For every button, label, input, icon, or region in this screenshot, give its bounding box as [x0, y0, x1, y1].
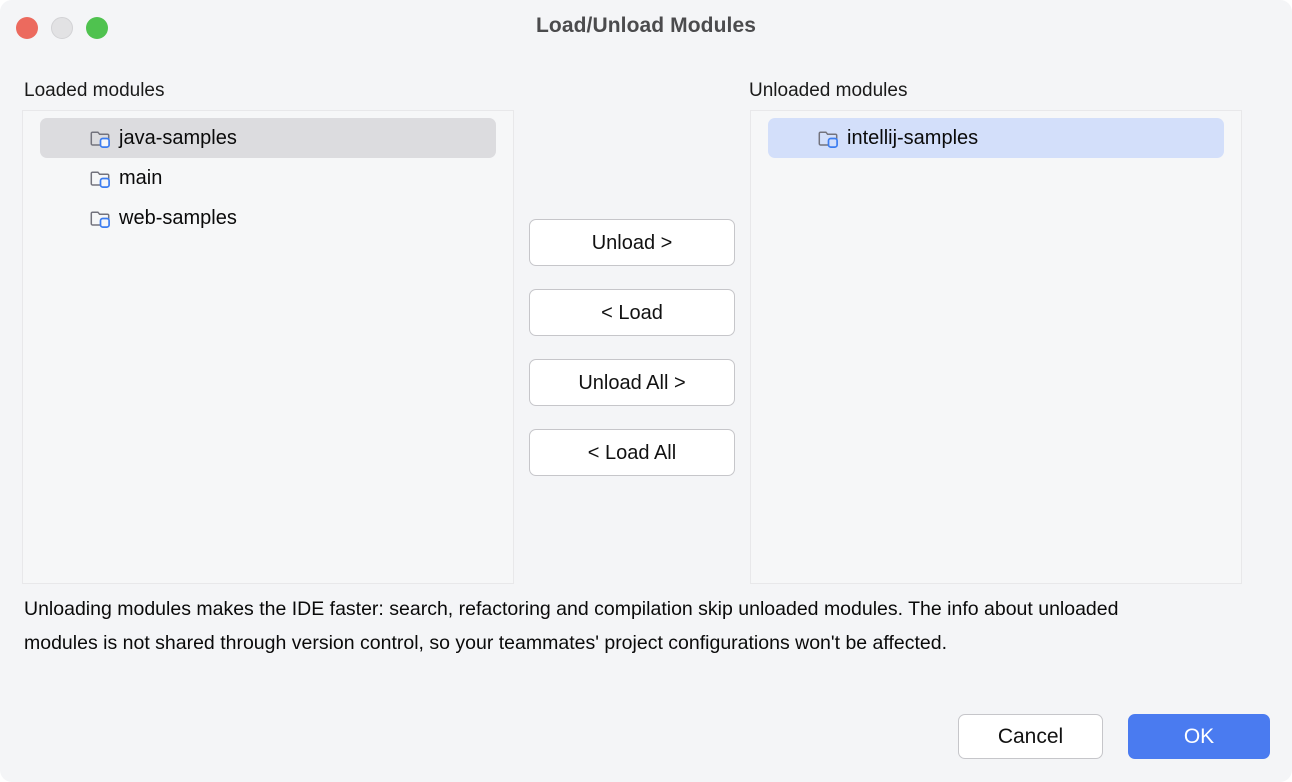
list-item[interactable]: java-samples: [40, 118, 496, 158]
module-folder-icon: [818, 127, 840, 149]
list-item-label: intellij-samples: [847, 128, 978, 148]
dialog-title: Load/Unload Modules: [0, 14, 1292, 38]
dialog-window: Load/Unload Modules Loaded modules java-…: [0, 0, 1292, 782]
list-item-label: java-samples: [119, 128, 237, 148]
unload-all-button[interactable]: Unload All >: [529, 359, 735, 406]
list-item[interactable]: web-samples: [40, 198, 496, 238]
dialog-action-bar: Cancel OK: [958, 714, 1270, 759]
list-item-label: main: [119, 168, 162, 188]
load-button[interactable]: < Load: [529, 289, 735, 336]
module-folder-icon: [90, 207, 112, 229]
transfer-button-group: Unload > < Load Unload All > < Load All: [529, 219, 735, 476]
module-folder-icon: [90, 127, 112, 149]
unload-button[interactable]: Unload >: [529, 219, 735, 266]
list-item-label: web-samples: [119, 208, 237, 228]
description-text: Unloading modules makes the IDE faster: …: [24, 592, 1164, 660]
list-item[interactable]: main: [40, 158, 496, 198]
ok-button[interactable]: OK: [1128, 714, 1270, 759]
loaded-modules-list[interactable]: java-samples main web-samples: [22, 110, 514, 584]
unloaded-modules-list[interactable]: intellij-samples: [750, 110, 1242, 584]
module-folder-icon: [90, 167, 112, 189]
load-all-button[interactable]: < Load All: [529, 429, 735, 476]
title-bar: Load/Unload Modules: [0, 0, 1292, 56]
cancel-button[interactable]: Cancel: [958, 714, 1103, 759]
list-item[interactable]: intellij-samples: [768, 118, 1224, 158]
loaded-modules-label: Loaded modules: [24, 80, 165, 102]
unloaded-modules-label: Unloaded modules: [749, 80, 907, 102]
